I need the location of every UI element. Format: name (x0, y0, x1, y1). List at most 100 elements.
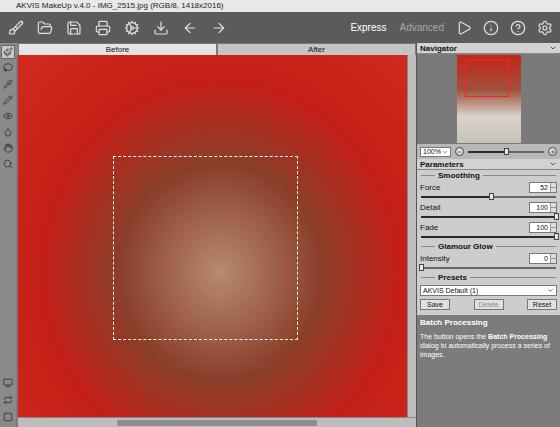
photo[interactable] (18, 55, 407, 417)
slider-thumb[interactable] (554, 213, 559, 220)
tool-column (0, 43, 16, 427)
collapse-icon[interactable] (549, 44, 557, 52)
settings-icon[interactable] (536, 19, 554, 37)
hint-panel: Batch Processing The button opens the Bat… (417, 315, 560, 427)
slider-fill (421, 216, 556, 218)
view-icon[interactable] (1, 376, 15, 390)
preset-button[interactable]: Reset (527, 299, 557, 310)
slider-thumb[interactable] (419, 264, 424, 271)
vertical-scrollbar[interactable] (407, 55, 416, 417)
preset-button[interactable]: Save (420, 299, 450, 310)
pencil-icon[interactable] (1, 93, 15, 107)
view-tabs: BeforeAfter (16, 43, 416, 55)
eye-icon[interactable] (1, 109, 15, 123)
slider-fill (421, 236, 556, 238)
spin-icon[interactable] (550, 183, 556, 192)
collapse-icon[interactable] (549, 160, 557, 168)
parameter-slider[interactable] (421, 216, 556, 218)
view-frame[interactable] (465, 59, 509, 97)
group-title: Smoothing (417, 170, 560, 181)
magnifier-icon[interactable] (1, 157, 15, 171)
horizontal-scrollbar[interactable] (18, 417, 416, 427)
value-field[interactable]: 100 (529, 202, 557, 213)
app-logo-icon[interactable] (6, 19, 26, 37)
zoom-field[interactable]: 100% (420, 147, 451, 157)
spin-icon[interactable] (550, 223, 556, 232)
lasso-icon[interactable] (1, 61, 15, 75)
parameters-header: Parameters (417, 159, 560, 170)
scroll-thumb[interactable] (117, 420, 317, 426)
parameter-label-line: Force 52 (420, 182, 557, 193)
slider-thumb[interactable] (554, 233, 559, 240)
toolbar: Express Advanced (0, 12, 560, 43)
parameter-row: Intensity 0 (417, 252, 560, 272)
batch-icon[interactable] (122, 19, 142, 37)
mode-tab[interactable]: Advanced (398, 20, 446, 35)
square-icon[interactable] (1, 410, 15, 424)
app-window: AKVIS MakeUp v.4.0 - IMG_2515.jpg (RGB/8… (0, 0, 560, 427)
image-panel: BeforeAfter (16, 43, 416, 427)
dropdown-icon (547, 287, 554, 294)
presets-dropdown[interactable]: AKVIS Default (1) (420, 285, 557, 296)
zoom-in-icon[interactable] (548, 147, 557, 156)
share-icon[interactable] (151, 19, 171, 37)
spin-icon[interactable] (550, 254, 556, 263)
zoom-out-icon[interactable] (455, 147, 464, 156)
view-tab[interactable]: After (217, 43, 416, 55)
droplet-icon[interactable] (1, 125, 15, 139)
dropdown-icon (442, 149, 448, 155)
parameter-row: Fade 100 (417, 221, 560, 241)
group-title: Glamour Glow (417, 241, 560, 252)
undo-icon[interactable] (180, 19, 200, 37)
zoom-row: 100% (417, 144, 560, 159)
parameter-row: Detail 100 (417, 201, 560, 221)
slider-fill (468, 151, 506, 153)
parameter-label: Detail (420, 203, 440, 212)
parameter-label-line: Fade 100 (420, 222, 557, 233)
parameter-label-line: Detail 100 (420, 202, 557, 213)
navigator-header: Navigator (417, 43, 560, 54)
help-icon[interactable] (509, 19, 527, 37)
view-buttons (1, 376, 15, 427)
mode-tab[interactable]: Express (348, 20, 388, 35)
parameter-label: Intensity (420, 254, 450, 263)
run-icon[interactable] (455, 19, 473, 37)
zoom-slider[interactable] (468, 151, 544, 153)
parameter-slider[interactable] (421, 196, 556, 198)
redo-icon[interactable] (209, 19, 229, 37)
brush-icon[interactable] (1, 45, 15, 59)
view-tab[interactable]: Before (18, 43, 217, 55)
eyedropper-icon[interactable] (1, 77, 15, 91)
parameter-label: Fade (420, 223, 438, 232)
parameter-slider[interactable] (421, 267, 556, 269)
print-icon[interactable] (93, 19, 113, 37)
slider-fill (421, 196, 491, 198)
hand-icon[interactable] (1, 141, 15, 155)
workspace: BeforeAfterNavigator 100% ParametersSmooth… (0, 43, 560, 427)
selection-frame[interactable] (113, 156, 298, 340)
parameter-slider[interactable] (421, 236, 556, 238)
value-field[interactable]: 52 (529, 182, 557, 193)
info-icon[interactable] (482, 19, 500, 37)
image-area: BeforeAfter (0, 43, 416, 427)
preset-button: Delete (474, 299, 504, 310)
parameter-label: Force (420, 183, 440, 192)
navigator-thumbnail[interactable] (457, 55, 521, 143)
spin-icon[interactable] (550, 203, 556, 212)
parameter-row: Force 52 (417, 181, 560, 201)
save-icon[interactable] (64, 19, 84, 37)
title-bar: AKVIS MakeUp v.4.0 - IMG_2515.jpg (RGB/8… (0, 0, 560, 12)
presets-title: Presets (417, 272, 560, 283)
value-field[interactable]: 0 (529, 253, 557, 264)
side-panel: Navigator 100% ParametersSmoothing Force 52 D… (416, 43, 560, 427)
parameter-label-line: Intensity 0 (420, 253, 557, 264)
hint-title: Batch Processing (420, 318, 557, 327)
swap-icon[interactable] (1, 393, 15, 407)
slider-thumb[interactable] (504, 148, 509, 155)
canvas-row (16, 55, 416, 417)
open-icon[interactable] (35, 19, 55, 37)
navigator (417, 54, 560, 144)
hint-text: The button opens the Batch Processing di… (420, 332, 557, 359)
slider-thumb[interactable] (489, 193, 494, 200)
value-field[interactable]: 100 (529, 222, 557, 233)
